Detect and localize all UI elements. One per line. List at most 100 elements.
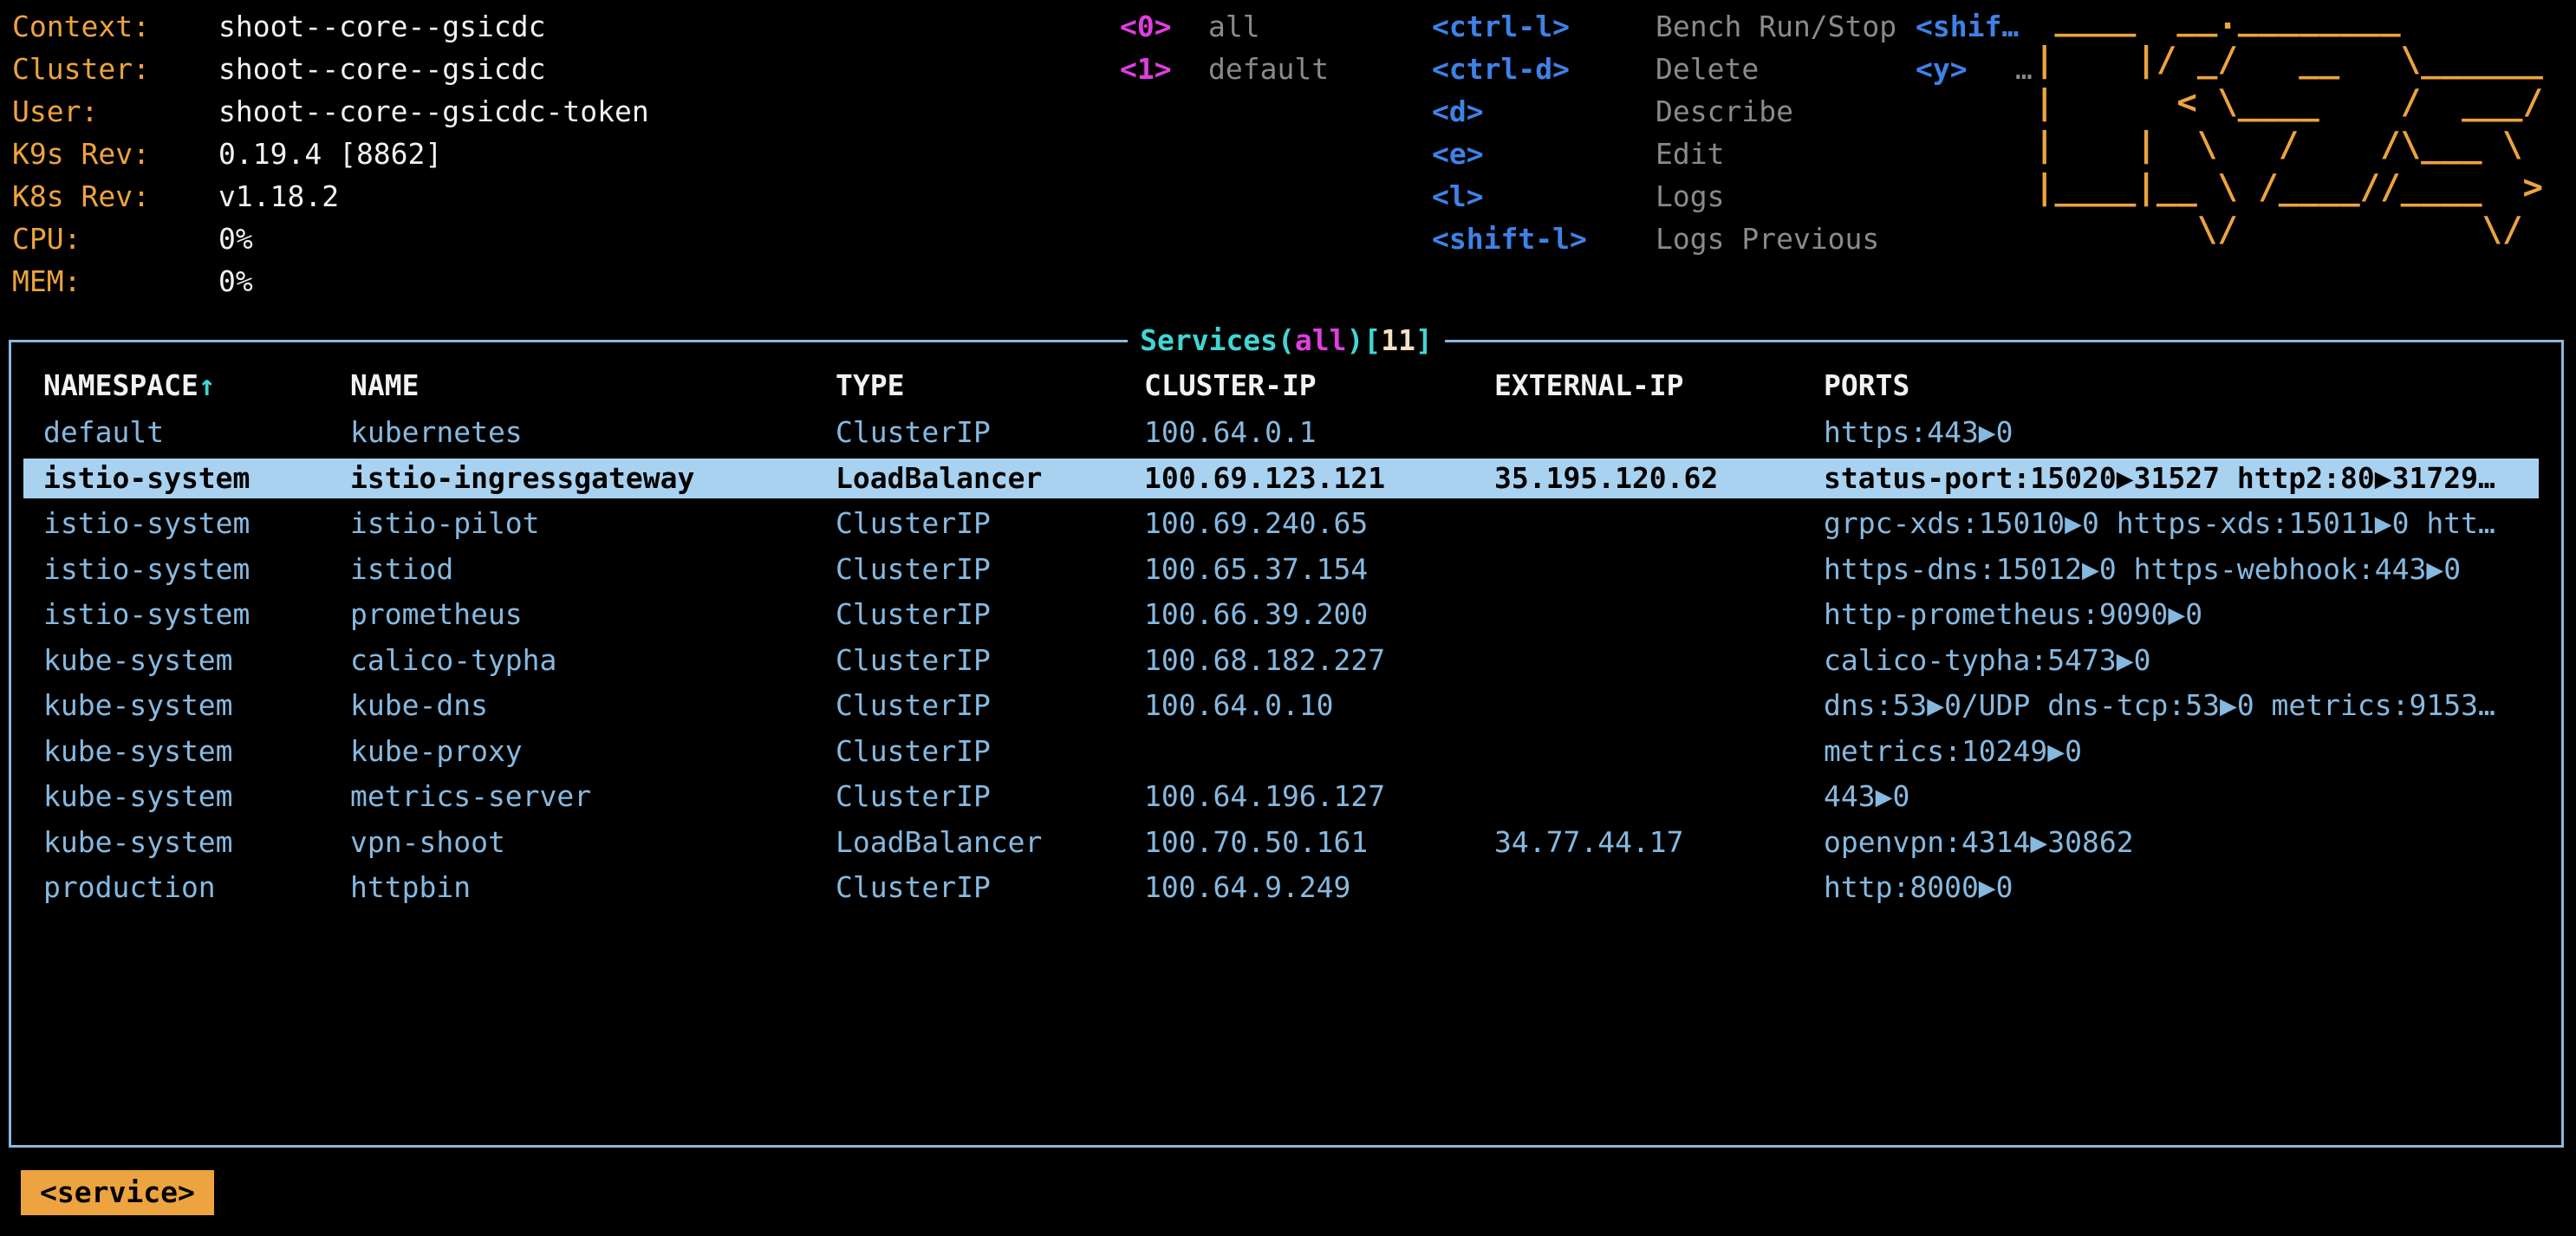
cell-name: metrics-server xyxy=(350,774,591,820)
hotkey-key: <1> xyxy=(1120,48,1208,90)
cell-name: kube-proxy xyxy=(350,729,523,775)
cell-cluster-ip: 100.70.50.161 xyxy=(1144,820,1368,866)
cell-name: istio-pilot xyxy=(350,501,540,547)
cell-name: prometheus xyxy=(350,592,523,638)
cell-type: ClusterIP xyxy=(836,638,991,684)
service-row[interactable]: kube-system vpn-shoot LoadBalancer 100.7… xyxy=(11,820,2561,866)
action-hotkey[interactable]: <e>Edit xyxy=(1432,133,1896,175)
namespace-hotkey[interactable]: <0>all xyxy=(1120,5,1329,48)
hotkey-label: Logs Previous xyxy=(1656,222,1879,256)
action-hotkey[interactable]: <shif… xyxy=(1916,5,2033,48)
cluster-info-label: User: xyxy=(12,90,218,133)
cluster-info-value: shoot--core--gsicdc xyxy=(218,10,546,43)
hotkey-key: <y> xyxy=(1916,48,2015,90)
cell-ports: dns:53▶0/UDP dns-tcp:53▶0 metrics:9153… xyxy=(1824,683,2553,729)
action-hotkey[interactable]: <ctrl-d>Delete xyxy=(1432,48,1896,90)
column-header-type: TYPE xyxy=(836,364,904,407)
cell-name: calico-typha xyxy=(350,638,556,684)
cluster-info-value: v1.18.2 xyxy=(218,179,339,213)
cell-namespace: default xyxy=(43,410,164,456)
column-header-ports: PORTS xyxy=(1824,364,2553,407)
action-hotkey[interactable]: <shift-l>Logs Previous xyxy=(1432,218,1896,260)
cell-name: istiod xyxy=(350,547,453,593)
cell-type: ClusterIP xyxy=(836,501,991,547)
hotkey-label: … xyxy=(2015,52,2033,86)
cell-namespace: kube-system xyxy=(43,774,233,820)
cluster-info-value: shoot--core--gsicdc-token xyxy=(218,94,649,128)
service-row[interactable]: istio-system istio-ingressgateway LoadBa… xyxy=(11,456,2561,502)
title-bracket-close: ] xyxy=(1415,323,1433,357)
cell-name: vpn-shoot xyxy=(350,820,505,866)
cluster-info-label: Context: xyxy=(12,5,218,48)
cell-type: ClusterIP xyxy=(836,592,991,638)
cell-name: kubernetes xyxy=(350,410,523,456)
title-namespace: all xyxy=(1295,323,1347,357)
cell-type: ClusterIP xyxy=(836,774,991,820)
hotkey-label: Delete xyxy=(1656,52,1759,86)
sort-arrow-icon: ↑ xyxy=(198,368,216,402)
cell-namespace: kube-system xyxy=(43,820,233,866)
cell-name: kube-dns xyxy=(350,683,488,729)
cluster-info-label: MEM: xyxy=(12,260,218,302)
cell-ports: https-dns:15012▶0 https-webhook:443▶0 xyxy=(1824,547,2553,593)
k9s-logo: ____ __.________ | |/ _/ __ \______ | < … xyxy=(2034,0,2543,251)
hotkey-key: <ctrl-l> xyxy=(1432,5,1656,48)
namespace-hotkey[interactable]: <1>default xyxy=(1120,48,1329,90)
cell-namespace: istio-system xyxy=(43,547,250,593)
service-row[interactable]: istio-system prometheus ClusterIP 100.66… xyxy=(11,592,2561,638)
cluster-info-row: Context:shoot--core--gsicdc xyxy=(12,5,649,48)
cell-ports: status-port:15020▶31527 http2:80▶31729… xyxy=(1824,456,2553,502)
cell-type: LoadBalancer xyxy=(836,820,1042,866)
cell-ports: https:443▶0 xyxy=(1824,410,2553,456)
service-row[interactable]: kube-system calico-typha ClusterIP 100.6… xyxy=(11,638,2561,684)
service-row[interactable]: istio-system istio-pilot ClusterIP 100.6… xyxy=(11,501,2561,547)
cluster-info-value: 0% xyxy=(218,264,253,298)
hotkey-key: <e> xyxy=(1432,133,1656,175)
hotkey-key: <l> xyxy=(1432,175,1656,218)
hotkey-label: all xyxy=(1208,10,1260,43)
cell-ports: grpc-xds:15010▶0 https-xds:15011▶0 htt… xyxy=(1824,501,2553,547)
k9s-terminal: Context:shoot--core--gsicdc Cluster:shoo… xyxy=(0,0,2576,1236)
action-hotkey[interactable]: <l>Logs xyxy=(1432,175,1896,218)
action-hotkey[interactable]: <d>Describe xyxy=(1432,90,1896,133)
column-header-name: NAME xyxy=(350,364,419,407)
service-row[interactable]: kube-system metrics-server ClusterIP 100… xyxy=(11,774,2561,820)
title-resource: Services( xyxy=(1140,323,1295,357)
cell-namespace: istio-system xyxy=(43,592,250,638)
cell-ports: http:8000▶0 xyxy=(1824,865,2553,911)
breadcrumb-service[interactable]: <service> xyxy=(21,1170,214,1215)
column-header-external-ip: EXTERNAL-IP xyxy=(1494,364,1684,407)
cell-cluster-ip: 100.66.39.200 xyxy=(1144,592,1368,638)
cluster-info-panel: Context:shoot--core--gsicdc Cluster:shoo… xyxy=(12,5,649,302)
hotkey-label: Edit xyxy=(1656,137,1724,171)
service-row[interactable]: kube-system kube-proxy ClusterIP metrics… xyxy=(11,729,2561,775)
cluster-info-row: Cluster:shoot--core--gsicdc xyxy=(12,48,649,90)
cluster-info-value: 0% xyxy=(218,222,253,256)
column-header-cluster-ip: CLUSTER-IP xyxy=(1144,364,1317,407)
service-row[interactable]: production httpbin ClusterIP 100.64.9.24… xyxy=(11,865,2561,911)
cluster-info-row: K8s Rev:v1.18.2 xyxy=(12,175,649,218)
action-hotkey[interactable]: <ctrl-l>Bench Run/Stop xyxy=(1432,5,1896,48)
column-header-namespace: NAMESPACE↑ xyxy=(43,364,216,407)
action-hotkey[interactable]: <y>… xyxy=(1916,48,2033,90)
cluster-info-value: 0.19.4 [8862] xyxy=(218,137,442,171)
more-hotkeys: <shif… <y>… xyxy=(1916,5,2033,90)
hotkey-key: <0> xyxy=(1120,5,1208,48)
cell-cluster-ip: 100.68.182.227 xyxy=(1144,638,1385,684)
service-row[interactable]: istio-system istiod ClusterIP 100.65.37.… xyxy=(11,547,2561,593)
cell-namespace: istio-system xyxy=(43,456,250,502)
cluster-info-row: K9s Rev:0.19.4 [8862] xyxy=(12,133,649,175)
cell-type: ClusterIP xyxy=(836,865,991,911)
cluster-info-label: K9s Rev: xyxy=(12,133,218,175)
cell-cluster-ip: 100.65.37.154 xyxy=(1144,547,1368,593)
service-row[interactable]: kube-system kube-dns ClusterIP 100.64.0.… xyxy=(11,683,2561,729)
cell-ports: http-prometheus:9090▶0 xyxy=(1824,592,2553,638)
cell-namespace: kube-system xyxy=(43,683,233,729)
cell-ports: openvpn:4314▶30862 xyxy=(1824,820,2553,866)
title-bracket: )[ xyxy=(1347,323,1382,357)
cell-ports: metrics:10249▶0 xyxy=(1824,729,2553,775)
cell-name: istio-ingressgateway xyxy=(350,456,694,502)
cell-cluster-ip: 100.69.240.65 xyxy=(1144,501,1368,547)
service-row[interactable]: default kubernetes ClusterIP 100.64.0.1 … xyxy=(11,410,2561,456)
hotkey-label: default xyxy=(1208,52,1329,86)
